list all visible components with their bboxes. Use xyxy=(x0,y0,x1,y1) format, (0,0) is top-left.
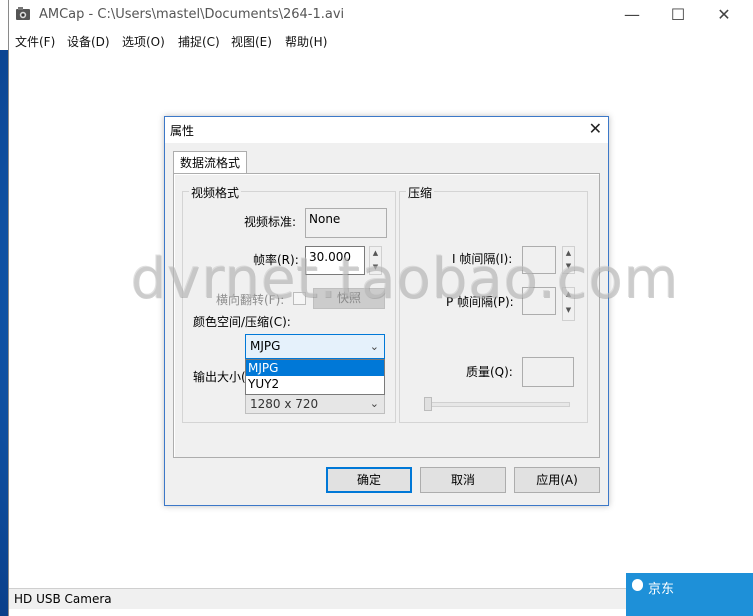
dialog-close-button[interactable]: ✕ xyxy=(589,119,602,138)
video-format-group-label: 视频格式 xyxy=(189,184,242,201)
video-standard-label: 视频标准: xyxy=(244,215,297,229)
title-bar: AMCap - C:\Users\mastel\Documents\264-1.… xyxy=(9,0,753,30)
status-device: HD USB Camera xyxy=(14,592,112,606)
chevron-down-icon: ⌄ xyxy=(369,397,379,410)
quality-slider-track[interactable] xyxy=(426,402,570,407)
notification-label: 京东 xyxy=(648,582,675,597)
menu-help[interactable]: 帮助(H) xyxy=(285,33,327,50)
watermark-text: dvrnet.taobao.com xyxy=(130,246,679,311)
notification-popup[interactable]: 京东 xyxy=(626,573,753,616)
ok-button[interactable]: 确定 xyxy=(326,467,412,493)
status-bar: HD USB Camera xyxy=(9,588,629,609)
tab-stream-format[interactable]: 数据流格式 xyxy=(173,151,247,174)
menu-file[interactable]: 文件(F) xyxy=(15,33,55,50)
dropdown-option-mjpg[interactable]: MJPG xyxy=(246,360,384,376)
color-space-select[interactable]: MJPG ⌄ xyxy=(245,334,385,359)
menu-view[interactable]: 视图(E) xyxy=(231,33,272,50)
chat-icon xyxy=(632,579,643,591)
color-space-dropdown: MJPG YUY2 xyxy=(245,359,385,395)
output-size-label: 输出大小( xyxy=(193,370,246,384)
maximize-button[interactable]: ☐ xyxy=(655,0,701,30)
output-size-value: 1280 x 720 xyxy=(250,397,319,411)
quality-label: 质量(Q): xyxy=(466,365,513,379)
window-title: AMCap - C:\Users\mastel\Documents\264-1.… xyxy=(39,7,345,22)
compression-group-label: 压缩 xyxy=(406,184,435,201)
quality-slider-thumb[interactable] xyxy=(424,397,432,411)
menu-options[interactable]: 选项(O) xyxy=(122,33,165,50)
menu-device[interactable]: 设备(D) xyxy=(67,33,110,50)
camera-icon xyxy=(16,7,30,20)
chevron-down-icon: ⌄ xyxy=(369,340,379,353)
menu-capture[interactable]: 捕捉(C) xyxy=(178,33,220,50)
dialog-title-bar: 属性 ✕ xyxy=(165,117,608,143)
cancel-button[interactable]: 取消 xyxy=(420,467,506,493)
apply-button[interactable]: 应用(A) xyxy=(514,467,600,493)
properties-dialog: 属性 ✕ 数据流格式 视频格式 视频标准: None 帧率(R): 30.000… xyxy=(164,116,609,506)
close-button[interactable]: ✕ xyxy=(701,0,747,30)
dialog-title: 属性 xyxy=(170,124,195,138)
minimize-button[interactable]: — xyxy=(609,0,655,30)
quality-field xyxy=(522,357,574,387)
tab-panel: 视频格式 视频标准: None 帧率(R): 30.000 ▲ ▼ 横向翻转(F… xyxy=(173,173,600,458)
menu-bar: 文件(F) 设备(D) 选项(O) 捕捉(C) 视图(E) 帮助(H) xyxy=(9,30,753,50)
video-standard-field: None xyxy=(305,208,387,238)
output-size-select[interactable]: 1280 x 720 ⌄ xyxy=(245,393,385,414)
color-space-value: MJPG xyxy=(250,339,281,353)
color-space-label: 颜色空间/压缩(C): xyxy=(193,315,291,329)
dropdown-option-yuy2[interactable]: YUY2 xyxy=(246,376,384,392)
